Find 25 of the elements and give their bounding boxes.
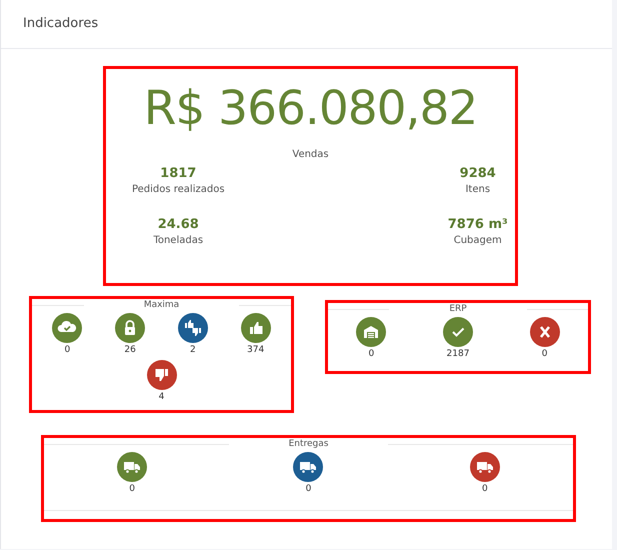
count-label: 26 (124, 345, 136, 355)
count-label: 2187 (446, 349, 470, 359)
sales-total: R$ 366.080,82 (144, 83, 478, 135)
count-label: 374 (247, 345, 264, 355)
count-label: 0 (482, 484, 488, 494)
stat-value: 24.68 (158, 216, 199, 232)
stat-value: 1817 (160, 166, 196, 181)
count-label: 0 (129, 484, 136, 494)
stat-label: Pedidos realizados (132, 184, 225, 195)
stat-label: Cubagem (454, 234, 502, 246)
group-title: ERP (448, 304, 468, 314)
stat-label: Itens (465, 184, 490, 195)
group-title: Maxima (142, 300, 180, 310)
group-title: Entregas (288, 439, 330, 449)
sales-label: Vendas (292, 148, 329, 160)
page-title: Indicadores (23, 16, 98, 31)
stat-label: Toneladas (153, 234, 204, 246)
stat-value: 9284 (460, 166, 496, 181)
count-label: 0 (306, 484, 312, 494)
count-label: 2 (190, 345, 196, 355)
count-label: 0 (368, 349, 374, 359)
count-label: 0 (64, 345, 70, 355)
stat-value: 7876 m³ (448, 216, 508, 232)
count-label: 4 (158, 392, 164, 402)
count-label: 0 (542, 349, 548, 359)
